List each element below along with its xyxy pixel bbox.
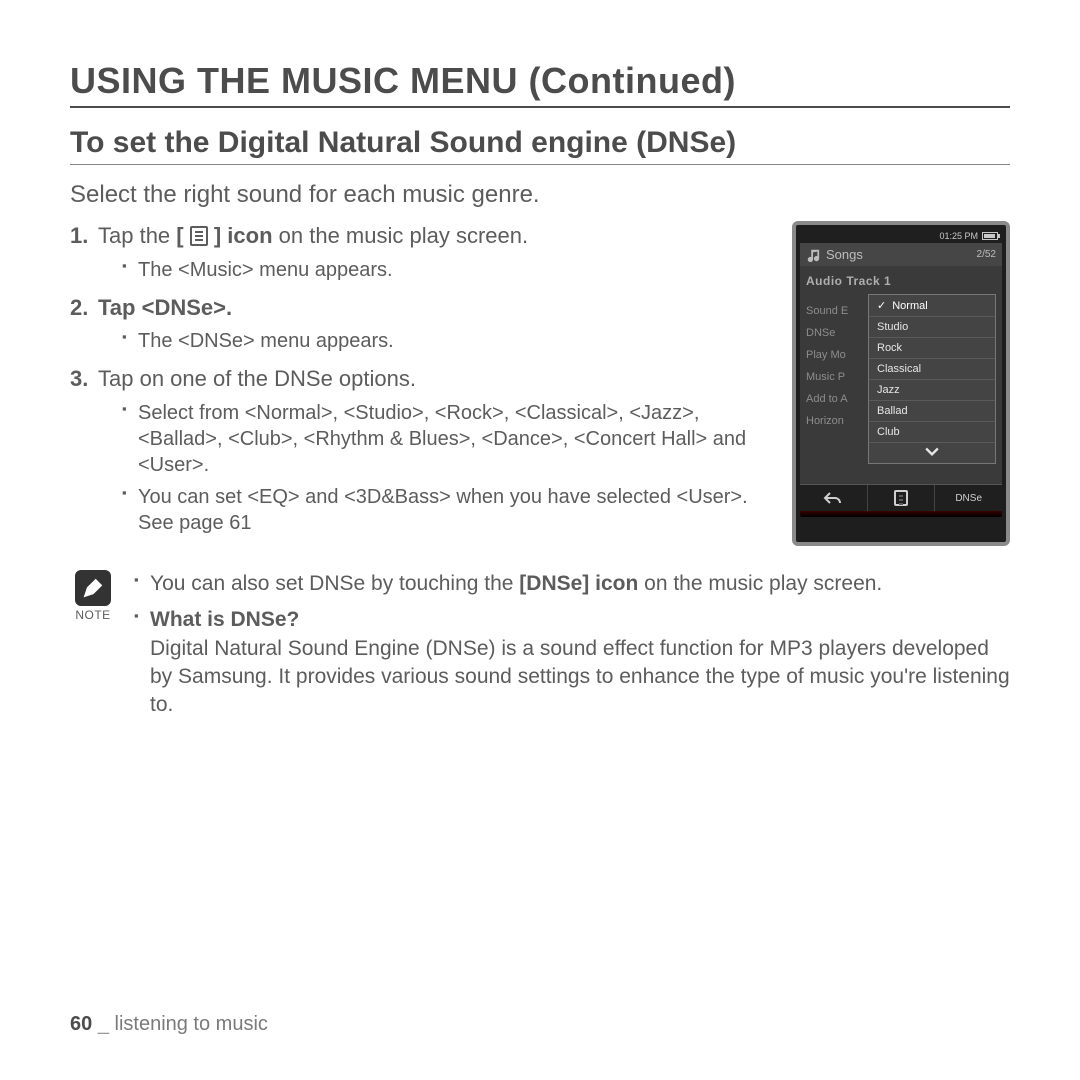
bg-menu-item: Horizon <box>806 410 848 432</box>
chapter-name: listening to music <box>115 1013 268 1035</box>
popup-item-rock[interactable]: Rock <box>869 338 995 359</box>
device-status-bar: 01:25 PM <box>800 229 1002 243</box>
note-block: NOTE You can also set DNSe by touching t… <box>70 570 1010 728</box>
note-line-1a: You can also set DNSe by touching the <box>150 572 519 595</box>
section-title: To set the Digital Natural Sound engine … <box>70 126 1010 165</box>
step-1-text-c: on the music play screen. <box>273 223 529 248</box>
popup-item-studio[interactable]: Studio <box>869 317 995 338</box>
page-number: 60 <box>70 1013 92 1035</box>
bracket-close: ] <box>208 223 221 248</box>
dnse-popup: Normal Studio Rock Classical Jazz Ballad… <box>868 294 996 464</box>
note-line-1: You can also set DNSe by touching the [D… <box>134 570 1010 598</box>
device-mockup: 01:25 PM Songs 2/52 Audio Track 1 Sound … <box>792 221 1010 546</box>
popup-item-classical[interactable]: Classical <box>869 359 995 380</box>
popup-item-club[interactable]: Club <box>869 422 995 443</box>
device-header: Songs 2/52 <box>800 243 1002 266</box>
battery-icon <box>982 232 998 240</box>
device-softkeys: DNSe <box>800 484 1002 511</box>
bg-menu-item: Sound E <box>806 300 848 322</box>
step-2-text: Tap <DNSe>. <box>98 295 232 320</box>
step-1: Tap the [ ] icon on the music play scree… <box>70 221 768 283</box>
music-note-icon <box>806 248 820 262</box>
softkey-dnse[interactable]: DNSe <box>935 485 1002 511</box>
note-line-2: What is DNSe? Digital Natural Sound Engi… <box>134 606 1010 719</box>
note-line-1b: [DNSe] icon <box>519 572 638 595</box>
device-time: 01:25 PM <box>939 231 978 241</box>
step-3-sub-1: Select from <Normal>, <Studio>, <Rock>, … <box>122 400 768 478</box>
step-2-sub-1: The <DNSe> menu appears. <box>122 328 768 354</box>
step-1-text-a: Tap the <box>98 223 176 248</box>
bg-menu-item: Music P <box>806 366 848 388</box>
popup-item-jazz[interactable]: Jazz <box>869 380 995 401</box>
step-2: Tap <DNSe>. The <DNSe> menu appears. <box>70 293 768 355</box>
step-1-text-b: icon <box>221 223 272 248</box>
bg-menu-item: DNSe <box>806 322 848 344</box>
menu-icon <box>894 490 908 506</box>
menu-icon <box>190 226 208 246</box>
page-footer: 60 _ listening to music <box>70 1013 268 1036</box>
popup-item-normal[interactable]: Normal <box>869 295 995 317</box>
popup-item-ballad[interactable]: Ballad <box>869 401 995 422</box>
device-track-title: Audio Track 1 <box>800 266 1002 294</box>
footer-separator: _ <box>98 1013 109 1035</box>
popup-more-chevron-icon[interactable] <box>869 443 995 463</box>
device-track-counter: 2/52 <box>977 249 996 260</box>
device-bottom-strip <box>800 511 1002 517</box>
bg-menu-item: Add to A <box>806 388 848 410</box>
note-label: NOTE <box>70 608 116 622</box>
intro-text: Select the right sound for each music ge… <box>70 181 1010 209</box>
bracket-open: [ <box>176 223 189 248</box>
device-bg-menu: Sound E DNSe Play Mo Music P Add to A Ho… <box>806 300 848 432</box>
note-what-heading: What is DNSe? <box>150 606 1010 634</box>
page-title: USING THE MUSIC MENU (Continued) <box>70 60 1010 108</box>
steps-list: Tap the [ ] icon on the music play scree… <box>70 221 768 536</box>
step-3-text: Tap on one of the DNSe options. <box>98 366 416 391</box>
bg-menu-item: Play Mo <box>806 344 848 366</box>
device-header-title: Songs <box>826 247 863 262</box>
softkey-back[interactable] <box>800 485 868 511</box>
step-3: Tap on one of the DNSe options. Select f… <box>70 364 768 536</box>
step-1-sub-1: The <Music> menu appears. <box>122 257 768 283</box>
softkey-menu[interactable] <box>868 485 936 511</box>
note-icon <box>75 570 111 606</box>
note-line-1c: on the music play screen. <box>638 572 882 595</box>
step-3-sub-2: You can set <EQ> and <3D&Bass> when you … <box>122 484 768 536</box>
device-body: Sound E DNSe Play Mo Music P Add to A Ho… <box>800 294 1002 484</box>
note-what-body: Digital Natural Sound Engine (DNSe) is a… <box>150 637 1010 717</box>
